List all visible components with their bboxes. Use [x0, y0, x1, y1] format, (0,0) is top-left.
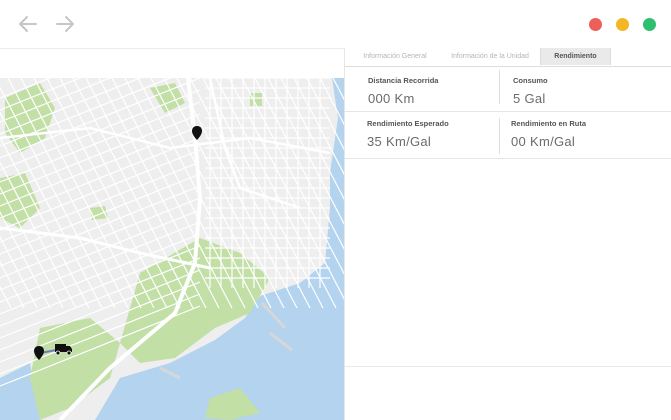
park-area	[90, 206, 108, 220]
divider	[345, 158, 671, 159]
window-titlebar	[0, 0, 671, 49]
divider	[345, 366, 671, 367]
maximize-window-button[interactable]	[643, 18, 656, 31]
metric-consumo: Consumo 5 Gal	[513, 76, 548, 106]
metric-label: Rendimiento Esperado	[367, 119, 449, 128]
metric-value: 35 Km/Gal	[367, 134, 432, 149]
tab-bar: Información General Información de la Un…	[345, 48, 671, 67]
arrow-left-icon	[19, 16, 37, 32]
metric-value: 5 Gal	[513, 91, 546, 106]
metric-label: Consumo	[513, 76, 548, 85]
divider	[499, 70, 500, 104]
divider	[499, 118, 500, 154]
metric-value: 00 Km/Gal	[511, 134, 576, 149]
metric-rendimiento-esperado: Rendimiento Esperado 35 Km/Gal	[367, 119, 449, 149]
tab-informacion-general[interactable]: Información General	[349, 48, 441, 65]
metric-distancia: Distancia Recorrida 000 Km	[368, 76, 438, 106]
map-view[interactable]	[0, 78, 344, 420]
tab-informacion-unidad[interactable]: Información de la Unidad	[441, 48, 539, 65]
metric-rendimiento-ruta: Rendimiento en Ruta 00 Km/Gal	[511, 119, 586, 149]
forward-button[interactable]	[53, 12, 77, 36]
arrow-right-icon	[56, 16, 74, 32]
metric-label: Distancia Recorrida	[368, 76, 439, 85]
metric-value: 000 Km	[368, 91, 415, 106]
tab-rendimiento[interactable]: Rendimiento	[540, 48, 611, 65]
minimize-window-button[interactable]	[616, 18, 629, 31]
divider	[345, 111, 671, 112]
map-canvas	[0, 78, 344, 420]
metric-label: Rendimiento en Ruta	[511, 119, 587, 128]
details-panel: Información General Información de la Un…	[344, 48, 671, 420]
back-button[interactable]	[16, 12, 40, 36]
close-window-button[interactable]	[589, 18, 602, 31]
